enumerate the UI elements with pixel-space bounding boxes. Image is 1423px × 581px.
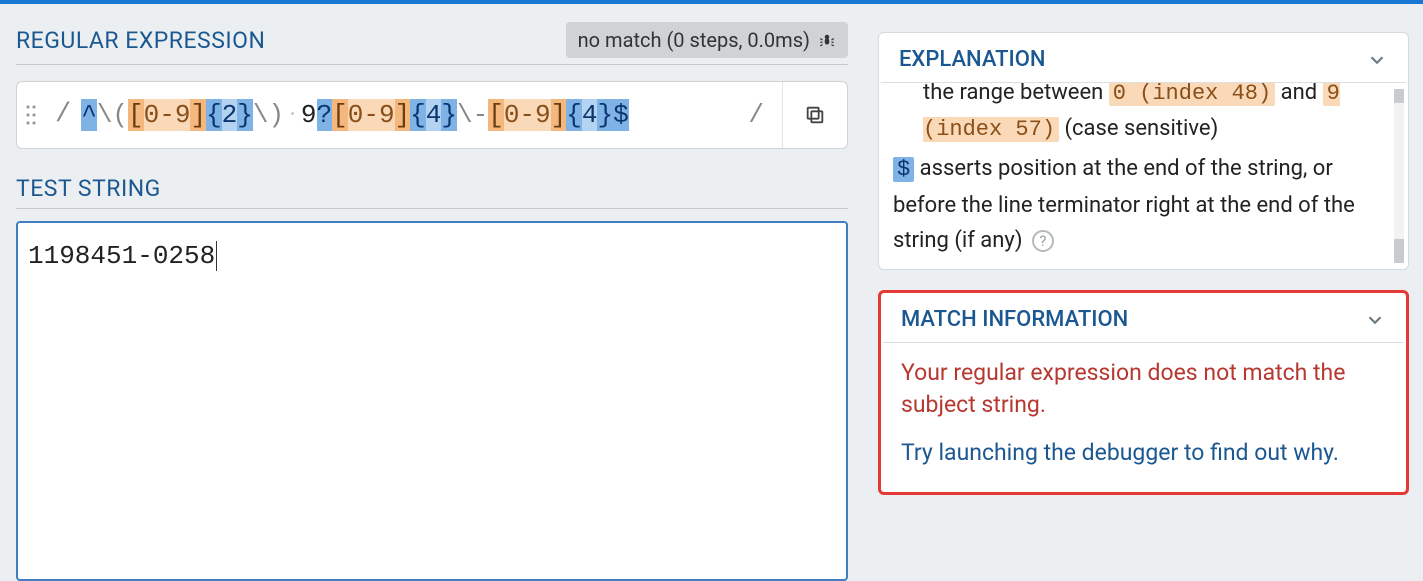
test-string-title: TEST STRING	[16, 175, 848, 209]
scroll-up-icon[interactable]	[1394, 89, 1404, 103]
chevron-down-icon[interactable]	[1366, 49, 1388, 71]
regex-token: 0-9	[348, 99, 395, 131]
regex-token: [	[488, 99, 504, 131]
regex-token: [	[128, 99, 144, 131]
match-info-title: MATCH INFORMATION	[901, 307, 1128, 332]
copy-button[interactable]	[783, 82, 847, 148]
match-status-pill[interactable]: no match (0 steps, 0.0ms)	[566, 22, 848, 58]
drag-handle-icon[interactable]	[17, 82, 45, 148]
text-cursor	[216, 241, 217, 271]
regex-token: {	[206, 99, 222, 131]
regex-token: 4	[426, 99, 442, 131]
help-icon[interactable]: ?	[1032, 230, 1054, 252]
explanation-line-anchor: $ asserts position at the end of the str…	[893, 151, 1396, 258]
regex-title: REGULAR EXPRESSION	[16, 27, 265, 54]
explanation-body[interactable]: the range between 0 (index 48) and 9 (in…	[879, 83, 1408, 269]
regex-token: 0-9	[504, 99, 551, 131]
regex-token: \)	[253, 99, 284, 131]
regex-token: ?	[317, 99, 333, 131]
regex-token: [	[332, 99, 348, 131]
regex-token: }	[237, 99, 253, 131]
regex-token: 9	[301, 99, 317, 131]
regex-token: {	[566, 99, 582, 131]
regex-token: 0-9	[144, 99, 191, 131]
regex-token: ]	[190, 99, 206, 131]
regex-token: ^	[81, 99, 97, 131]
match-info-header[interactable]: MATCH INFORMATION	[883, 293, 1404, 343]
regex-token: ]	[551, 99, 567, 131]
test-string-value: 1198451-0258	[28, 241, 215, 271]
regex-pattern-content[interactable]: ^\([0-9]{2}\)·9?[0-9]{4}\-[0-9]{4}$	[81, 82, 730, 148]
match-info-panel: MATCH INFORMATION Your regular expressio…	[878, 290, 1409, 495]
regex-close-delim[interactable]: /	[730, 82, 783, 148]
regex-token: ·	[284, 105, 301, 125]
explanation-panel: EXPLANATION the range between 0 (index 4…	[878, 32, 1409, 270]
regex-open-delim: /	[45, 82, 81, 148]
regex-token: \(	[97, 99, 128, 131]
regex-header: REGULAR EXPRESSION no match (0 steps, 0.…	[16, 22, 848, 65]
regex-token: }	[597, 99, 613, 131]
regex-token: ]	[395, 99, 411, 131]
explanation-line-range: the range between 0 (index 48) and 9 (in…	[923, 83, 1396, 147]
regex-token: 4	[582, 99, 598, 131]
scrollbar-track[interactable]	[1394, 89, 1404, 263]
match-status-text: no match (0 steps, 0.0ms)	[578, 28, 810, 52]
regex-token: $	[613, 99, 629, 131]
debugger-hint-link[interactable]: Try launching the debugger to find out w…	[901, 437, 1386, 469]
regex-token: {	[410, 99, 426, 131]
regex-token: }	[441, 99, 457, 131]
regex-token: \-	[457, 99, 488, 131]
regex-token: 2	[222, 99, 238, 131]
test-string-input[interactable]: 1198451-0258	[16, 221, 848, 581]
regex-input[interactable]: / ^\([0-9]{2}\)·9?[0-9]{4}\-[0-9]{4}$ /	[16, 81, 848, 149]
scrollbar-thumb[interactable]	[1394, 239, 1404, 263]
anchor-token: $	[893, 157, 914, 182]
no-match-message: Your regular expression does not match t…	[901, 357, 1386, 421]
code-token: 0 (index 48)	[1109, 83, 1275, 106]
match-info-body: Your regular expression does not match t…	[881, 343, 1406, 492]
explanation-title: EXPLANATION	[899, 47, 1045, 72]
chevron-down-icon[interactable]	[1364, 309, 1386, 331]
bug-icon[interactable]	[818, 31, 836, 49]
explanation-header[interactable]: EXPLANATION	[881, 33, 1406, 83]
